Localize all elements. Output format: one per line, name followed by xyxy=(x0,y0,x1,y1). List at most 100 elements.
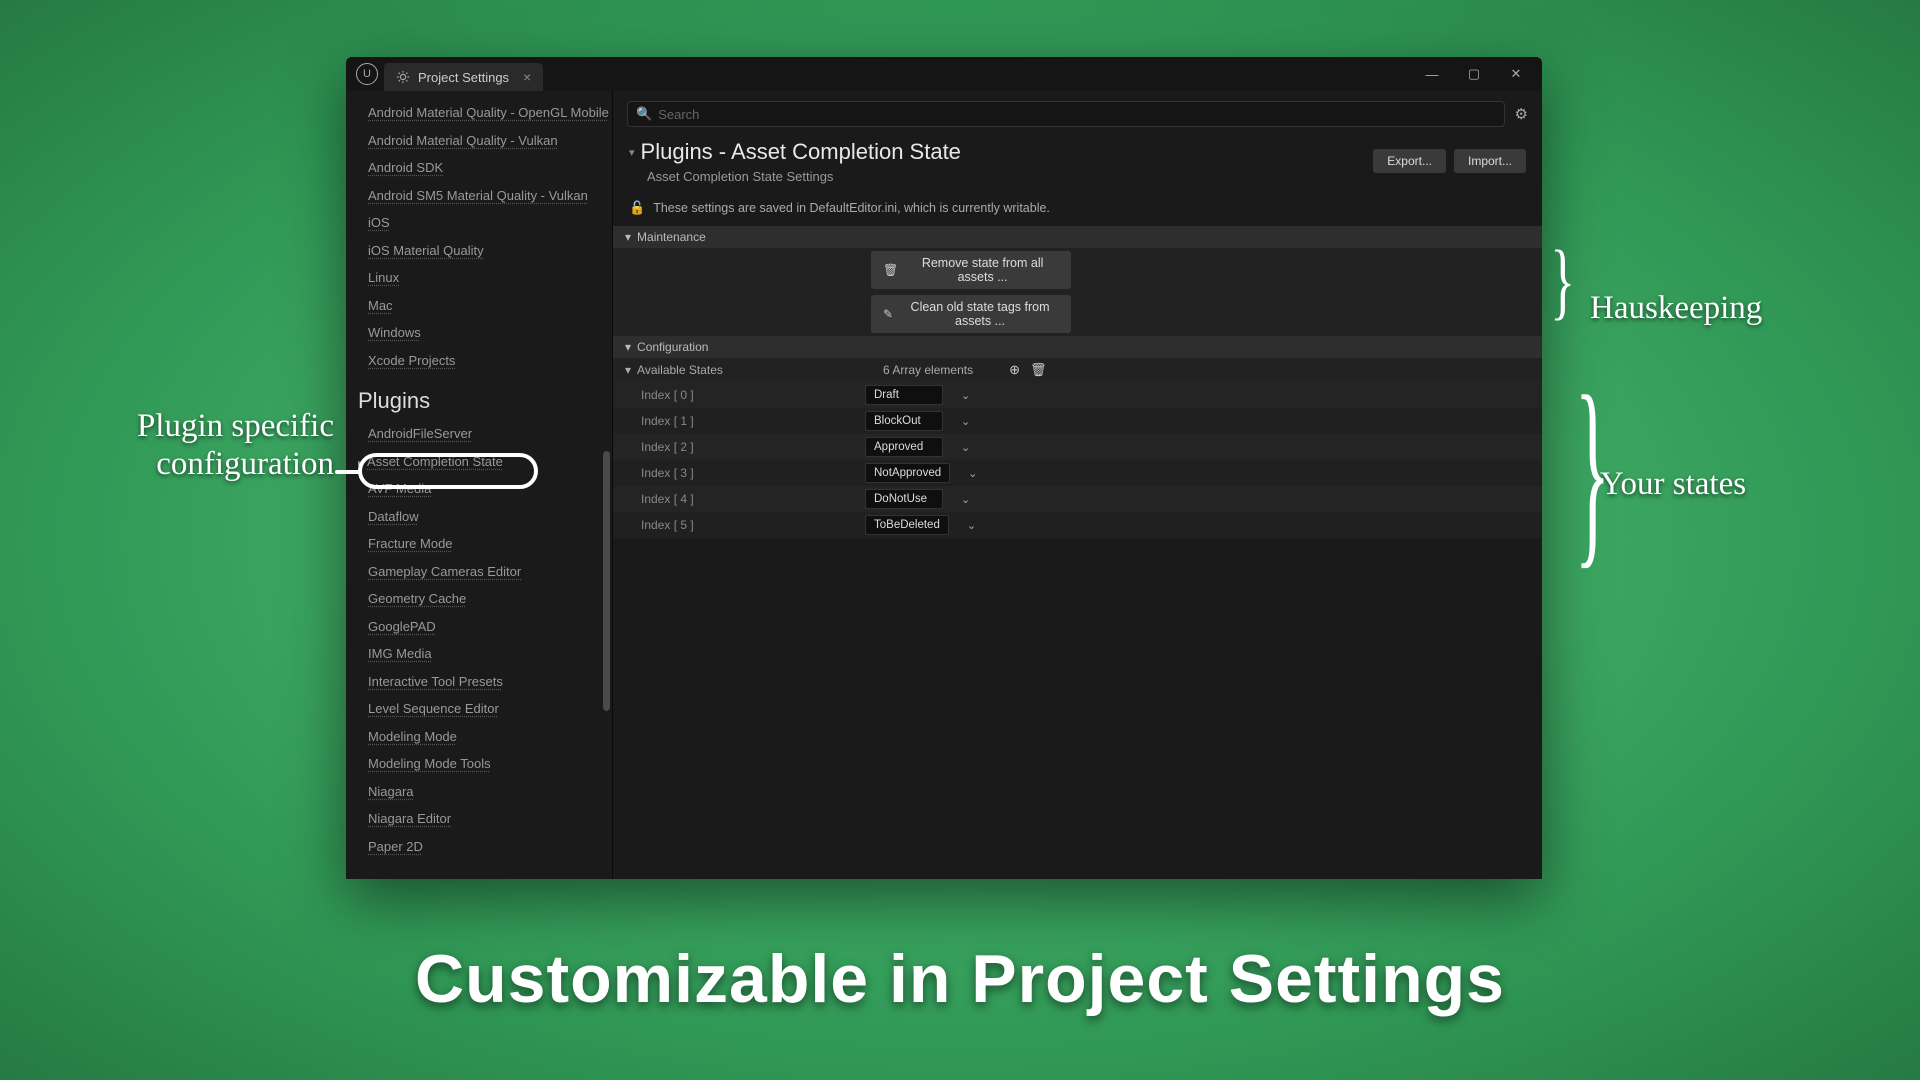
sidebar-item[interactable]: Dataflow xyxy=(346,503,612,531)
sidebar-item[interactable]: Mac xyxy=(346,292,612,320)
annotation-your-states: Your states xyxy=(1600,466,1746,504)
state-value-field[interactable]: DoNotUse xyxy=(865,489,943,509)
maintenance-body: 🗑 Remove state from all assets ... ✎ Cle… xyxy=(613,248,1542,336)
chevron-down-icon[interactable]: ⌄ xyxy=(967,519,976,532)
section-maintenance-header[interactable]: ▾ Maintenance xyxy=(613,226,1542,248)
available-states-row[interactable]: ▾ Available States 6 Array elements ⊕ 🗑 xyxy=(613,358,1542,382)
array-count: 6 Array elements xyxy=(883,363,973,377)
index-label: Index [ 5 ] xyxy=(641,518,865,532)
state-value-field[interactable]: NotApproved xyxy=(865,463,950,483)
page-title: Plugins - Asset Completion State xyxy=(641,139,961,165)
sidebar-item[interactable]: AVF Media xyxy=(346,475,612,503)
index-label: Index [ 1 ] xyxy=(641,414,865,428)
available-states-label: Available States xyxy=(637,363,877,377)
annotation-housekeeping: Hauskeeping xyxy=(1590,290,1762,328)
sidebar-item[interactable]: IMG Media xyxy=(346,640,612,668)
index-label: Index [ 4 ] xyxy=(641,492,865,506)
state-value-field[interactable]: ToBeDeleted xyxy=(865,515,949,535)
content-area: Android Material Quality - OpenGL Mobile… xyxy=(346,91,1542,879)
sidebar-item[interactable]: GooglePAD xyxy=(346,613,612,641)
sidebar-item[interactable]: Windows xyxy=(346,319,612,347)
state-row: Index [ 4 ]DoNotUse ⌄ xyxy=(613,486,1542,512)
sidebar-item[interactable]: Niagara Editor xyxy=(346,805,612,833)
maximize-button[interactable]: ▢ xyxy=(1454,60,1494,88)
sidebar-item[interactable]: Linux xyxy=(346,264,612,292)
tab-project-settings[interactable]: Project Settings × xyxy=(384,63,543,91)
sidebar-item[interactable]: Modeling Mode xyxy=(346,723,612,751)
index-label: Index [ 3 ] xyxy=(641,466,865,480)
sidebar-item[interactable]: Niagara xyxy=(346,778,612,806)
sidebar-item[interactable]: Android Material Quality - Vulkan xyxy=(346,127,612,155)
sidebar-item[interactable]: iOS Material Quality xyxy=(346,237,612,265)
index-label: Index [ 0 ] xyxy=(641,388,865,402)
clear-array-icon[interactable]: 🗑 xyxy=(1030,362,1047,378)
import-button[interactable]: Import... xyxy=(1454,149,1526,173)
sidebar[interactable]: Android Material Quality - OpenGL Mobile… xyxy=(346,91,612,879)
sidebar-item[interactable]: Gameplay Cameras Editor xyxy=(346,558,612,586)
brace-icon: } xyxy=(1550,247,1575,313)
section-configuration-header[interactable]: ▾ Configuration xyxy=(613,336,1542,358)
broom-icon: ✎ xyxy=(883,307,893,321)
state-value-field[interactable]: Draft xyxy=(865,385,943,405)
sidebar-item[interactable]: Level Sequence Editor xyxy=(346,695,612,723)
main-panel: 🔍 ⚙ ▾ Plugins - Asset Completion State A… xyxy=(612,91,1542,879)
state-row: Index [ 0 ]Draft ⌄ xyxy=(613,382,1542,408)
states-list: Index [ 0 ]Draft⌄Index [ 1 ]BlockOut⌄Ind… xyxy=(613,382,1542,538)
chevron-down-icon[interactable]: ⌄ xyxy=(961,415,970,428)
window-controls: — ▢ ✕ xyxy=(1412,60,1536,88)
sidebar-item[interactable]: AndroidFileServer xyxy=(346,420,612,448)
button-label: Remove state from all assets ... xyxy=(906,256,1059,284)
search-input[interactable] xyxy=(658,107,1495,122)
index-label: Index [ 2 ] xyxy=(641,440,865,454)
chevron-down-icon[interactable]: ⌄ xyxy=(961,389,970,402)
sidebar-item[interactable]: Modeling Mode Tools xyxy=(346,750,612,778)
writable-notice: 🔓 These settings are saved in DefaultEdi… xyxy=(613,192,1542,226)
chevron-down-icon[interactable]: ⌄ xyxy=(968,467,977,480)
chevron-down-icon[interactable]: ⌄ xyxy=(961,441,970,454)
sidebar-item[interactable]: Paper 2D xyxy=(346,833,612,861)
unlock-icon: 🔓 xyxy=(629,200,645,216)
chevron-down-icon[interactable]: ▾ xyxy=(629,146,635,159)
sidebar-item[interactable]: Android Material Quality - OpenGL Mobile xyxy=(346,99,612,127)
caret-right-icon: ▸ xyxy=(358,456,363,471)
sidebar-heading-plugins: Plugins xyxy=(346,374,612,420)
section-label: Maintenance xyxy=(637,230,706,244)
brace-icon: } xyxy=(1575,370,1610,570)
chevron-down-icon: ▾ xyxy=(625,230,631,244)
annotation-connector xyxy=(335,470,360,474)
state-row: Index [ 1 ]BlockOut ⌄ xyxy=(613,408,1542,434)
sidebar-item[interactable]: iOS xyxy=(346,209,612,237)
sidebar-item[interactable]: ▸Asset Completion State xyxy=(346,448,612,476)
project-settings-window: U Project Settings × — ▢ ✕ Android Mater… xyxy=(346,57,1542,879)
clean-tags-button[interactable]: ✎ Clean old state tags from assets ... xyxy=(871,295,1071,333)
caption: Customizable in Project Settings xyxy=(0,940,1920,1018)
state-row: Index [ 2 ]Approved ⌄ xyxy=(613,434,1542,460)
configuration-body: ▾ Available States 6 Array elements ⊕ 🗑 … xyxy=(613,358,1542,538)
sidebar-item[interactable]: Fracture Mode xyxy=(346,530,612,558)
annotation-plugin-config: Plugin specificconfiguration xyxy=(14,408,334,484)
close-button[interactable]: ✕ xyxy=(1496,60,1536,88)
search-icon: 🔍 xyxy=(636,106,652,122)
section-label: Configuration xyxy=(637,340,708,354)
sidebar-item[interactable]: Interactive Tool Presets xyxy=(346,668,612,696)
sidebar-item[interactable]: Geometry Cache xyxy=(346,585,612,613)
search-field-wrap[interactable]: 🔍 xyxy=(627,101,1505,127)
sidebar-item[interactable]: Android SM5 Material Quality - Vulkan xyxy=(346,182,612,210)
chevron-down-icon: ▾ xyxy=(625,340,631,354)
trash-icon: 🗑 xyxy=(883,263,898,277)
sidebar-item[interactable]: Android SDK xyxy=(346,154,612,182)
chevron-down-icon[interactable]: ⌄ xyxy=(961,493,970,506)
state-value-field[interactable]: BlockOut xyxy=(865,411,943,431)
sidebar-item[interactable]: Xcode Projects xyxy=(346,347,612,375)
scrollbar-thumb[interactable] xyxy=(603,451,610,711)
gear-icon[interactable]: ⚙ xyxy=(1515,105,1528,123)
minimize-button[interactable]: — xyxy=(1412,60,1452,88)
tab-close-icon[interactable]: × xyxy=(523,69,531,85)
state-value-field[interactable]: Approved xyxy=(865,437,943,457)
tab-label: Project Settings xyxy=(418,70,509,85)
state-row: Index [ 3 ]NotApproved ⌄ xyxy=(613,460,1542,486)
add-element-icon[interactable]: ⊕ xyxy=(1009,362,1020,378)
unreal-logo-icon: U xyxy=(356,63,378,85)
export-button[interactable]: Export... xyxy=(1373,149,1446,173)
remove-state-button[interactable]: 🗑 Remove state from all assets ... xyxy=(871,251,1071,289)
